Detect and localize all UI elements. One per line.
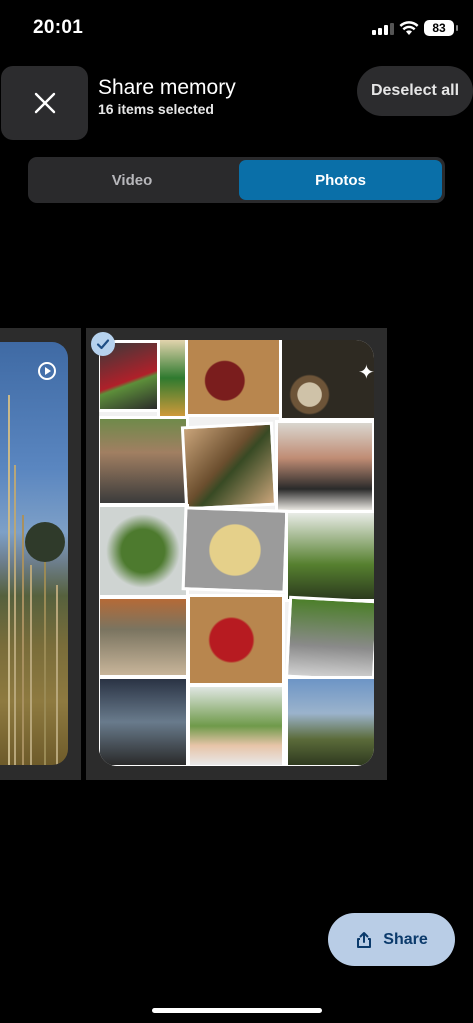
share-button-label: Share <box>383 930 428 948</box>
battery-indicator: 83 <box>424 20 458 36</box>
photo-collage: ✦ <box>99 340 374 766</box>
sparkle-icon: ✦ <box>358 362 374 384</box>
media-type-toggle: Video Photos <box>28 157 445 203</box>
page-title: Share memory <box>98 76 236 99</box>
wifi-icon <box>399 21 419 35</box>
video-card[interactable] <box>0 328 81 780</box>
home-indicator <box>152 1008 322 1013</box>
deselect-all-button[interactable]: Deselect all <box>357 66 473 116</box>
selection-count: 16 items selected <box>98 101 214 117</box>
photo-collage-card[interactable]: ✦ <box>86 328 387 780</box>
tab-photos[interactable]: Photos <box>239 160 442 200</box>
video-thumbnail <box>0 342 68 765</box>
play-circle-icon <box>38 362 56 380</box>
close-icon <box>34 92 55 114</box>
share-button[interactable]: Share <box>328 913 455 966</box>
tab-video[interactable]: Video <box>28 157 236 203</box>
close-button[interactable] <box>1 66 88 140</box>
share-icon <box>357 931 372 948</box>
status-bar: 20:01 83 <box>0 0 473 56</box>
status-time: 20:01 <box>33 17 84 38</box>
selected-checkmark-icon[interactable] <box>91 332 115 356</box>
cellular-signal-icon <box>372 23 394 35</box>
